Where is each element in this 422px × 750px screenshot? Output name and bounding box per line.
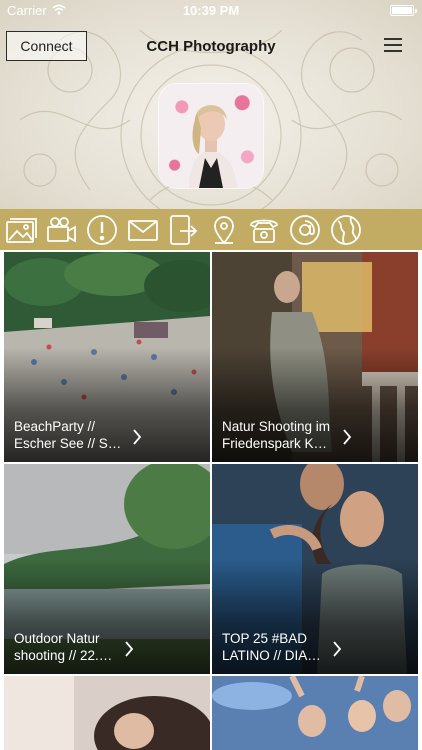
info-icon[interactable]	[85, 213, 119, 247]
hamburger-menu-icon[interactable]	[384, 38, 406, 54]
chevron-right-icon	[133, 429, 142, 445]
profile-avatar	[159, 84, 263, 188]
telephone-icon[interactable]	[247, 213, 281, 247]
tile-caption: TOP 25 #BAD LATINO // DIA…	[222, 631, 321, 663]
gallery-photo	[212, 676, 418, 750]
clock: 10:39 PM	[182, 3, 240, 18]
gallery-tile[interactable]: TOP 25 #BAD LATINO // DIA…	[212, 464, 418, 674]
tile-caption: Natur Shooting im Friedenspark K…	[222, 419, 331, 451]
chevron-right-icon	[343, 429, 352, 445]
tablet-share-icon[interactable]	[166, 213, 200, 247]
gallery-tile[interactable]: Outdoor Natur shooting // 22.…	[4, 464, 210, 674]
connect-button[interactable]: Connect	[6, 31, 87, 61]
chevron-right-icon	[333, 641, 342, 657]
gallery-icon[interactable]	[4, 213, 38, 247]
quick-actions-bar	[0, 209, 422, 250]
battery-icon	[390, 5, 417, 16]
map-pin-icon[interactable]	[207, 213, 241, 247]
tile-caption: BeachParty // Escher See // S…	[14, 419, 122, 451]
gallery-tile[interactable]	[212, 676, 418, 750]
header-banner: Carrier 10:39 PM Connect CCH Photography	[0, 0, 422, 209]
gallery-tile[interactable]: BeachParty // Escher See // S…	[4, 252, 210, 462]
at-sign-icon[interactable]	[288, 213, 322, 247]
tile-caption: Outdoor Natur shooting // 22.…	[14, 631, 113, 663]
globe-icon[interactable]	[329, 213, 363, 247]
status-bar: Carrier 10:39 PM	[0, 0, 422, 22]
app-title: CCH Photography	[146, 38, 276, 55]
chevron-right-icon	[125, 641, 134, 657]
gallery-tile[interactable]	[4, 676, 210, 750]
gallery-tile[interactable]: Natur Shooting im Friedenspark K…	[212, 252, 418, 462]
gallery-photo	[4, 676, 210, 750]
video-camera-icon[interactable]	[44, 213, 78, 247]
mail-icon[interactable]	[126, 213, 160, 247]
